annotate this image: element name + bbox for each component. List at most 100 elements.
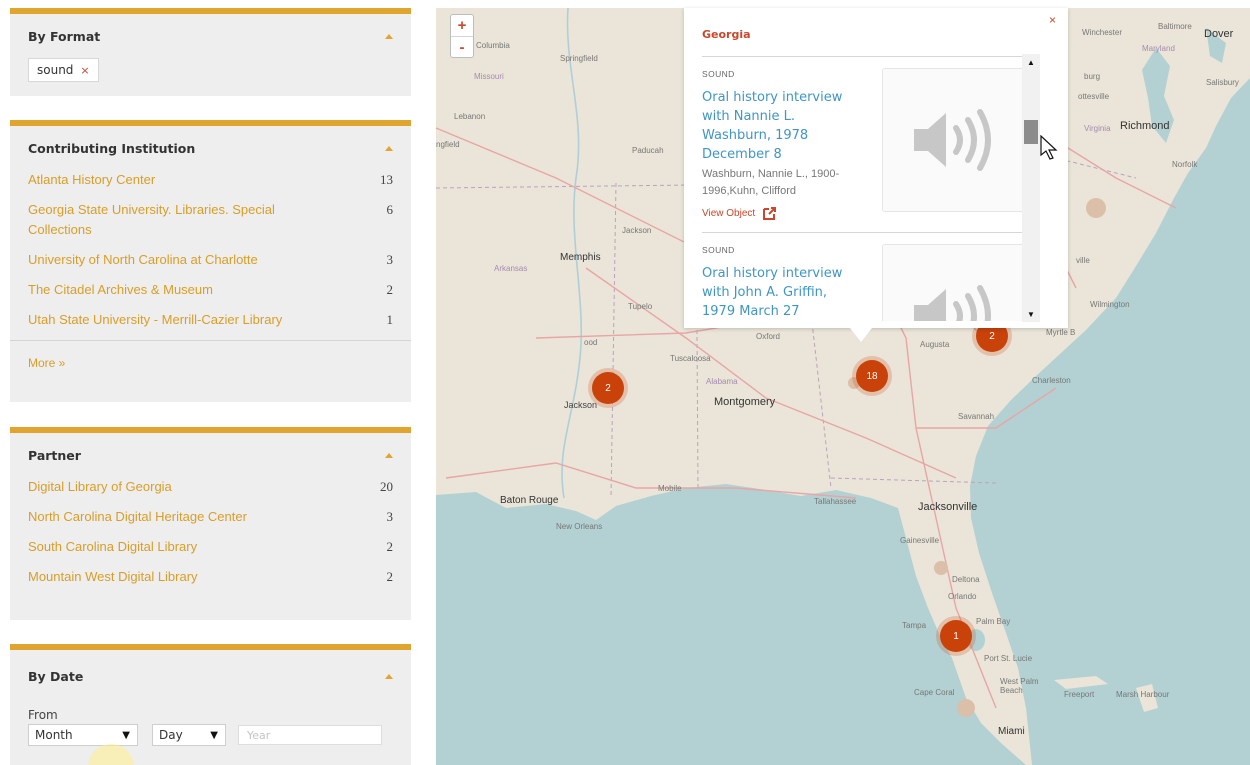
facet-link[interactable]: North Carolina Digital Heritage Center	[28, 507, 247, 527]
facet-count: 3	[386, 509, 394, 524]
view-object-label: View Object	[702, 208, 756, 219]
zoom-control: + -	[450, 14, 474, 58]
place-label: West Palm Beach	[1000, 677, 1039, 695]
day-select[interactable]: Day ▼	[152, 724, 226, 746]
external-link-icon	[763, 207, 777, 220]
close-icon[interactable]: ×	[1049, 13, 1056, 27]
facet-count: 2	[386, 569, 394, 584]
map-popup: × Georgia SOUND Oral history interview w…	[684, 8, 1068, 328]
facet-item: The Citadel Archives & Museum 2	[28, 280, 393, 300]
record-title-link[interactable]: Oral history interview with John A. Grif…	[702, 264, 862, 321]
popup-results[interactable]: SOUND Oral history interview with Nannie…	[702, 57, 1028, 321]
year-input[interactable]	[238, 725, 382, 745]
format-tag-label: sound	[37, 63, 74, 77]
facet-link[interactable]: Mountain West Digital Library	[28, 567, 198, 587]
sound-thumbnail[interactable]	[882, 68, 1028, 212]
view-object-link[interactable]: View Object	[702, 206, 777, 221]
place-label: ngfield	[436, 140, 460, 149]
facet-count: 20	[380, 479, 393, 494]
place-label: Baton Rouge	[500, 495, 559, 506]
collapse-caret-icon[interactable]	[385, 145, 393, 151]
facet-item: South Carolina Digital Library 2	[28, 537, 393, 557]
scroll-up-arrow-icon[interactable]: ▲	[1022, 54, 1040, 70]
format-panel: By Format sound ×	[10, 8, 411, 96]
popup-scrollbar[interactable]: ▲ ▼	[1022, 54, 1040, 322]
institution-panel-title: Contributing Institution	[28, 140, 196, 156]
date-from-row: Month ▼ Day ▼	[10, 724, 411, 746]
result-item: SOUND Oral history interview with Nannie…	[702, 57, 1028, 233]
facet-link[interactable]: Digital Library of Georgia	[28, 477, 172, 497]
place-label: Myrtle B	[1046, 328, 1076, 337]
more-link[interactable]: More »	[28, 356, 65, 370]
facet-count: 13	[380, 172, 393, 187]
record-type: SOUND	[702, 245, 735, 255]
place-label: Lebanon	[454, 112, 486, 121]
record-title-link[interactable]: Oral history interview with Nannie L. Wa…	[702, 88, 862, 164]
collapse-caret-icon[interactable]	[385, 452, 393, 458]
facet-item: Atlanta History Center 13	[28, 170, 393, 190]
facet-count: 1	[386, 312, 394, 327]
place-label: Alabama	[706, 377, 738, 386]
place-label: New Orleans	[556, 522, 603, 531]
place-label: Springfield	[560, 54, 598, 63]
result-item: SOUND Oral history interview with John A…	[702, 233, 1028, 321]
place-label: Missouri	[474, 72, 504, 81]
place-label: ottesville	[1078, 92, 1110, 101]
place-label: Dover	[1204, 28, 1234, 40]
place-label: ood	[584, 338, 598, 347]
facet-item: Utah State University - Merrill-Cazier L…	[28, 310, 393, 330]
facet-link[interactable]: University of North Carolina at Charlott…	[28, 250, 258, 270]
cluster-marker-georgia[interactable]: 18	[856, 360, 888, 392]
sound-thumbnail[interactable]	[882, 244, 1028, 321]
facet-link[interactable]: Georgia State University. Libraries. Spe…	[28, 200, 308, 240]
facet-link[interactable]: The Citadel Archives & Museum	[28, 280, 213, 300]
place-label: Virginia	[1084, 124, 1111, 133]
partner-panel-header[interactable]: Partner	[10, 433, 411, 477]
record-type: SOUND	[702, 69, 735, 79]
partner-list: Digital Library of Georgia 20 North Caro…	[10, 477, 411, 587]
place-label: Jackson	[564, 400, 598, 410]
format-panel-title: By Format	[28, 28, 101, 44]
facet-item: Digital Library of Georgia 20	[28, 477, 393, 497]
remove-tag-icon[interactable]: ×	[80, 64, 89, 77]
collapse-caret-icon[interactable]	[385, 673, 393, 679]
place-label: ville	[1076, 256, 1090, 265]
facet-link[interactable]: Utah State University - Merrill-Cazier L…	[28, 310, 282, 330]
scroll-thumb[interactable]	[1024, 120, 1038, 144]
facet-link[interactable]: South Carolina Digital Library	[28, 537, 197, 557]
facet-count: 6	[386, 202, 394, 217]
place-label: Mobile	[658, 484, 682, 493]
place-label: Winchester	[1082, 28, 1123, 37]
place-label: Tampa	[902, 621, 927, 630]
facet-count: 3	[386, 252, 394, 267]
speaker-icon	[914, 109, 991, 171]
place-label: Jacksonville	[918, 501, 978, 513]
app: By Format sound × Contributing Instituti…	[0, 0, 1250, 765]
place-label: Memphis	[560, 252, 601, 263]
place-label: Montgomery	[714, 396, 776, 408]
month-select[interactable]: Month ▼	[28, 724, 138, 746]
more-row: More »	[10, 340, 411, 384]
institution-panel-header[interactable]: Contributing Institution	[10, 126, 411, 170]
facet-sidebar: By Format sound × Contributing Instituti…	[0, 0, 430, 765]
facet-item: Mountain West Digital Library 2	[28, 567, 393, 587]
facet-link[interactable]: Atlanta History Center	[28, 170, 155, 190]
place-label: Salisbury	[1206, 78, 1239, 87]
place-label: Wilmington	[1090, 300, 1130, 309]
partner-panel: Partner Digital Library of Georgia 20 No…	[10, 427, 411, 620]
place-label: Gainesville	[900, 536, 940, 545]
scroll-down-arrow-icon[interactable]: ▼	[1022, 306, 1040, 322]
place-label: burg	[1084, 72, 1101, 81]
place-label: Tupelo	[628, 302, 653, 311]
cluster-marker-jackson[interactable]: 2	[592, 372, 624, 404]
place-label: Tallahassee	[814, 497, 857, 506]
zoom-in-button[interactable]: +	[451, 15, 473, 36]
facet-item: Georgia State University. Libraries. Spe…	[28, 200, 393, 240]
format-panel-header[interactable]: By Format	[10, 14, 411, 58]
collapse-caret-icon[interactable]	[385, 33, 393, 39]
date-panel-header[interactable]: By Date	[10, 650, 411, 702]
place-label: Cape Coral	[914, 688, 955, 697]
cluster-marker-florida[interactable]: 1	[940, 620, 972, 652]
format-tag-sound: sound ×	[28, 58, 99, 82]
zoom-out-button[interactable]: -	[451, 36, 473, 57]
